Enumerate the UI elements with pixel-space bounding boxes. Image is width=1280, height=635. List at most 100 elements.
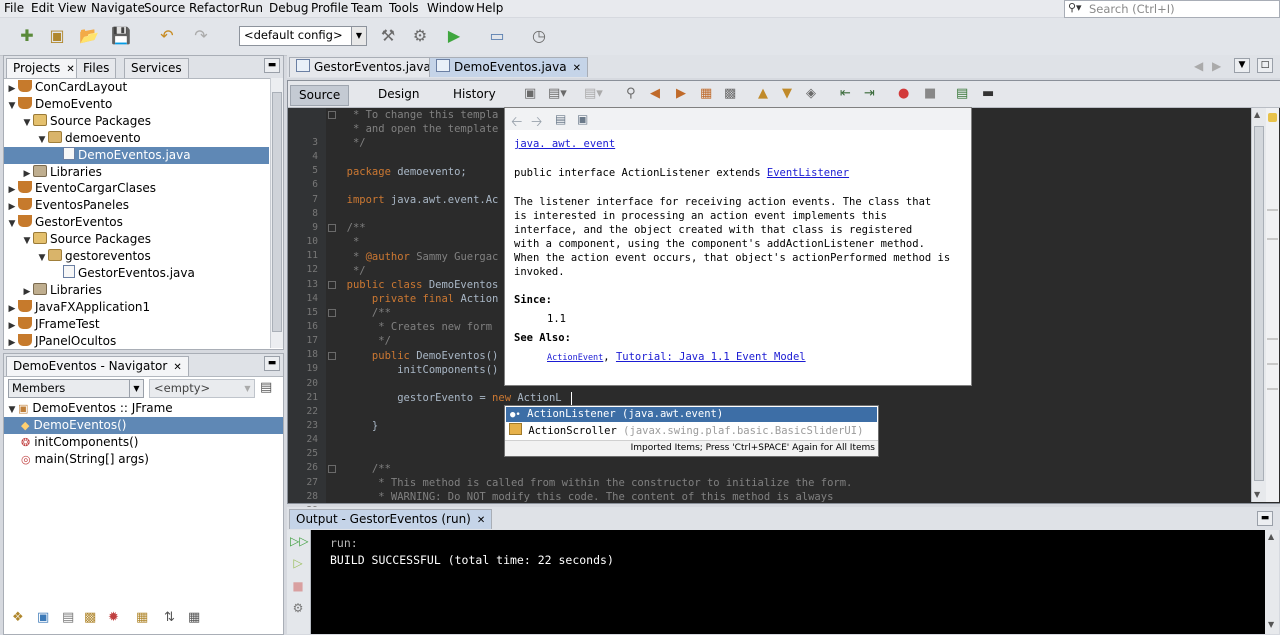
navigator-item[interactable]: ◎ main(String[] args)	[4, 451, 283, 468]
view-source-tab[interactable]: Source	[290, 85, 350, 106]
scrollbar-thumb[interactable]	[1254, 126, 1264, 481]
scroll-up-icon[interactable]: ▲	[1268, 532, 1274, 541]
tree-item[interactable]: ▼ DemoEvento	[6, 96, 112, 113]
chevron-down-icon[interactable]: ▼	[6, 216, 18, 233]
editor-scrollbar[interactable]: ▲ ▼	[1251, 108, 1266, 502]
tree-item[interactable]: DemoEventos.java	[4, 146, 269, 164]
close-icon[interactable]: ✕	[66, 64, 74, 75]
find-selection-icon[interactable]: ▦	[700, 86, 712, 101]
tree-item[interactable]: ▼ GestorEventos	[6, 214, 123, 231]
sort-name-icon[interactable]: ⇅	[164, 610, 175, 625]
tab-projects[interactable]: Projects ✕	[6, 58, 82, 78]
output-scrollbar[interactable]: ▲ ▼	[1265, 530, 1279, 634]
members-select[interactable]: Members ▼	[8, 379, 144, 398]
scroll-tabs-right-icon[interactable]: ▶	[1212, 59, 1221, 73]
prev-bookmark-icon[interactable]: ▲	[758, 86, 768, 101]
view-history-tab[interactable]: History	[445, 85, 504, 104]
close-icon[interactable]: ✕	[477, 515, 485, 526]
clean-build-icon[interactable]: ⚙	[409, 25, 431, 47]
menu-file[interactable]: File	[4, 1, 24, 15]
toggle-highlight-icon[interactable]: ▩	[724, 86, 736, 101]
code-line[interactable]: /**	[334, 222, 366, 234]
completion-item[interactable]: ActionScroller (javax.swing.plaf.basic.B…	[506, 423, 877, 438]
forward-icon[interactable]: 🡢	[531, 111, 542, 135]
menu-run[interactable]: Run	[240, 1, 263, 15]
menu-tools[interactable]: Tools	[389, 1, 419, 15]
code-line[interactable]: package demoevento;	[334, 166, 467, 178]
code-line[interactable]: * and open the template	[334, 123, 498, 135]
fold-icon[interactable]	[328, 111, 336, 119]
output-console[interactable]: ▷▷ ▷ ■ ⚙ run: BUILD SUCCESSFUL (total ti…	[287, 530, 1279, 634]
filter-fields-icon[interactable]: ❖	[12, 610, 24, 625]
menu-navigate[interactable]: Navigate	[91, 1, 145, 15]
actionevent-link[interactable]: ActionEvent	[547, 353, 603, 363]
stripe-mark[interactable]	[1267, 388, 1278, 390]
tree-item[interactable]: ▼ demoevento	[36, 130, 141, 147]
new-file-icon[interactable]: ✚	[16, 25, 38, 47]
close-icon[interactable]: ✕	[173, 362, 181, 373]
tree-item[interactable]: ▶ Libraries	[21, 282, 102, 299]
tree-item[interactable]: ▶ Libraries	[21, 164, 102, 181]
menu-profile[interactable]: Profile	[311, 1, 348, 15]
tab-output[interactable]: Output - GestorEventos (run) ✕	[289, 509, 493, 529]
navigator-item[interactable]: ▼ ▣ DemoEventos :: JFrame	[4, 400, 283, 417]
chevron-down-icon[interactable]: ▼	[36, 250, 48, 267]
chevron-down-icon[interactable]: ▼	[21, 233, 33, 250]
stripe-mark[interactable]	[1267, 363, 1278, 365]
navigator-item[interactable]: ❂ initComponents()	[4, 434, 283, 451]
shift-left-icon[interactable]: ⇤	[840, 86, 851, 101]
code-line[interactable]: import java.awt.event.Ac	[334, 194, 499, 206]
fold-icon[interactable]	[328, 224, 336, 233]
code-line[interactable]: /**	[334, 463, 391, 475]
search-input[interactable]: ⚲▾ Search (Ctrl+I)	[1064, 0, 1280, 18]
debug-icon[interactable]: ▭	[486, 25, 508, 47]
scroll-down-icon[interactable]: ▼	[1254, 490, 1260, 499]
menu-edit[interactable]: Edit	[31, 1, 54, 15]
code-line[interactable]: initComponents()	[334, 364, 498, 376]
tree-item[interactable]: ▶ ConCardLayout	[6, 79, 127, 96]
comment-icon[interactable]: ▤	[956, 86, 968, 101]
stop-icon[interactable]: ■	[290, 578, 306, 594]
code-line[interactable]: * To change this templa	[334, 109, 498, 121]
minimize-icon[interactable]: ▬	[264, 356, 280, 371]
last-edit-icon[interactable]: ▣	[524, 86, 536, 101]
fold-icon[interactable]	[328, 280, 336, 289]
tree-item[interactable]: ▶ EventoCargarClases	[6, 180, 156, 197]
package-link[interactable]: java. awt. event	[514, 138, 615, 150]
menu-view[interactable]: View	[58, 1, 86, 15]
scroll-tabs-left-icon[interactable]: ◀	[1194, 59, 1203, 73]
redo-icon[interactable]: ↷	[190, 25, 212, 47]
scroll-down-icon[interactable]: ▼	[1268, 620, 1274, 629]
scroll-up-icon[interactable]: ▲	[1254, 110, 1260, 119]
code-line[interactable]: /**	[334, 307, 391, 319]
code-line[interactable]: * Creates new form	[334, 321, 492, 333]
code-line[interactable]: private final Action	[334, 293, 498, 305]
code-line[interactable]: * @author Sammy Guergac	[334, 251, 498, 263]
tree-item[interactable]: ▶ JavaFXApplication1	[6, 299, 150, 316]
tree-item[interactable]: ▼ gestoreventos	[36, 248, 151, 265]
find-next-icon[interactable]: ▶	[676, 86, 686, 101]
profile-icon[interactable]: ◷	[528, 25, 550, 47]
code-line[interactable]: */	[334, 265, 366, 277]
open-source-icon[interactable]: ▣	[577, 112, 588, 126]
chevron-down-icon[interactable]: ▼	[21, 115, 33, 132]
completion-item[interactable]: ●• ActionListener (java.awt.event)	[506, 407, 877, 422]
config-select[interactable]: <default config> ▼	[239, 26, 367, 46]
toggle-bookmark-icon[interactable]: ◈	[806, 86, 816, 101]
next-bookmark-icon[interactable]: ▼	[782, 86, 792, 101]
filter-nonpublic-icon[interactable]: ▤	[62, 610, 74, 625]
fold-icon[interactable]	[328, 309, 336, 318]
run-icon[interactable]: ▶	[443, 25, 465, 47]
chevron-right-icon[interactable]: ▶	[6, 335, 18, 352]
tree-item[interactable]: GestorEventos.java	[51, 264, 195, 282]
stop-macro-icon[interactable]: ■	[924, 86, 936, 101]
tab-services[interactable]: Services	[124, 58, 189, 78]
tab-demoeventos-java[interactable]: DemoEventos.java ✕	[429, 57, 588, 77]
menu-window[interactable]: Window	[427, 1, 474, 15]
sort-source-icon[interactable]: ▦	[188, 610, 200, 625]
filter-inherited-icon[interactable]: ▩	[84, 610, 96, 625]
filter-methods-icon[interactable]: ✹	[108, 610, 119, 625]
view-design-tab[interactable]: Design	[370, 85, 427, 104]
tab-list-icon[interactable]: ▼	[1234, 58, 1250, 73]
tree-item[interactable]: ▶ JPanelOcultos	[6, 333, 116, 350]
